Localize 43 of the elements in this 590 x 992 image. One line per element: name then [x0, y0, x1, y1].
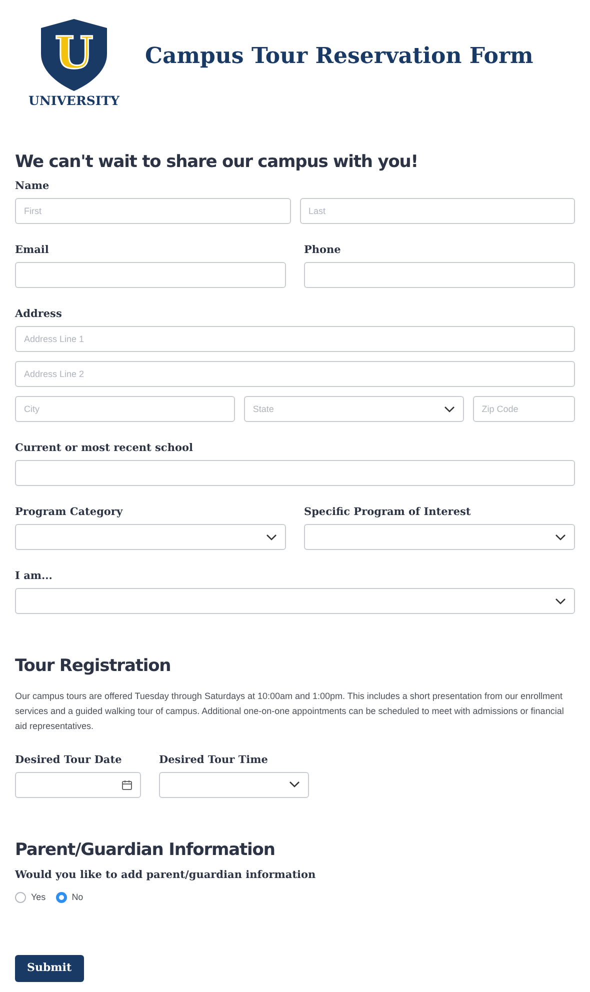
text-field[interactable] — [15, 460, 575, 486]
calendar-icon — [122, 780, 132, 790]
field-label: Phone — [304, 244, 342, 258]
field-label: Desired Tour Date — [15, 754, 123, 767]
form-title: Campus Tour Reservation Form — [145, 42, 534, 71]
dropdown[interactable] — [15, 524, 286, 550]
chevron-down-icon — [444, 406, 455, 413]
option-label[interactable]: Yes — [31, 890, 46, 904]
field-label: Current or most recent school — [15, 442, 194, 456]
field-label: I am... — [15, 570, 54, 584]
text-field[interactable]: Last — [300, 198, 575, 224]
chevron-down-icon — [555, 534, 566, 541]
text-field[interactable]: First — [15, 198, 290, 224]
description-text: Our campus tours are offered Tuesday through Saturdays at 10:00am and 1:00pm. This includes a short presentation from our enrollment services and a guided walking tour of campus. Additional one-on-one appointments can be scheduled to meet with admissions or financial aid representatives. — [15, 690, 565, 733]
text-field[interactable] — [15, 262, 286, 288]
text-field[interactable] — [304, 262, 575, 288]
logo-text: UNIVERSITY — [28, 95, 120, 108]
text-field[interactable]: Zip Code — [472, 396, 575, 422]
section-heading: Tour Registration — [15, 656, 172, 677]
field-label: Email — [15, 244, 50, 258]
logo-letter: U — [54, 28, 94, 80]
field-label: Program Category — [15, 506, 124, 520]
chevron-down-icon — [266, 534, 277, 541]
dropdown[interactable] — [15, 588, 575, 614]
section-heading: Parent/Guardian Information — [15, 840, 276, 860]
dropdown[interactable] — [159, 772, 309, 798]
dropdown[interactable] — [304, 524, 575, 550]
question-label: Would you like to add parent/guardian information — [15, 869, 317, 882]
text-field[interactable]: City — [15, 396, 235, 422]
field-label: Desired Tour Time — [159, 754, 269, 767]
field-label: Address — [15, 308, 63, 322]
text-field[interactable]: Address Line 2 — [15, 361, 575, 388]
section-heading: We can't wait to share our campus with you! — [15, 152, 419, 172]
date-field[interactable] — [15, 772, 141, 798]
chevron-down-icon — [289, 781, 300, 788]
radio-button[interactable] — [15, 892, 26, 904]
option-label[interactable]: No — [72, 890, 84, 904]
chevron-down-icon — [555, 598, 566, 605]
radio-button[interactable] — [56, 892, 67, 904]
field-label: Name — [15, 180, 50, 194]
text-field[interactable]: Address Line 1 — [15, 326, 575, 352]
field-label: Specific Program of Interest — [304, 506, 472, 520]
submit-button[interactable]: Submit — [15, 955, 84, 982]
